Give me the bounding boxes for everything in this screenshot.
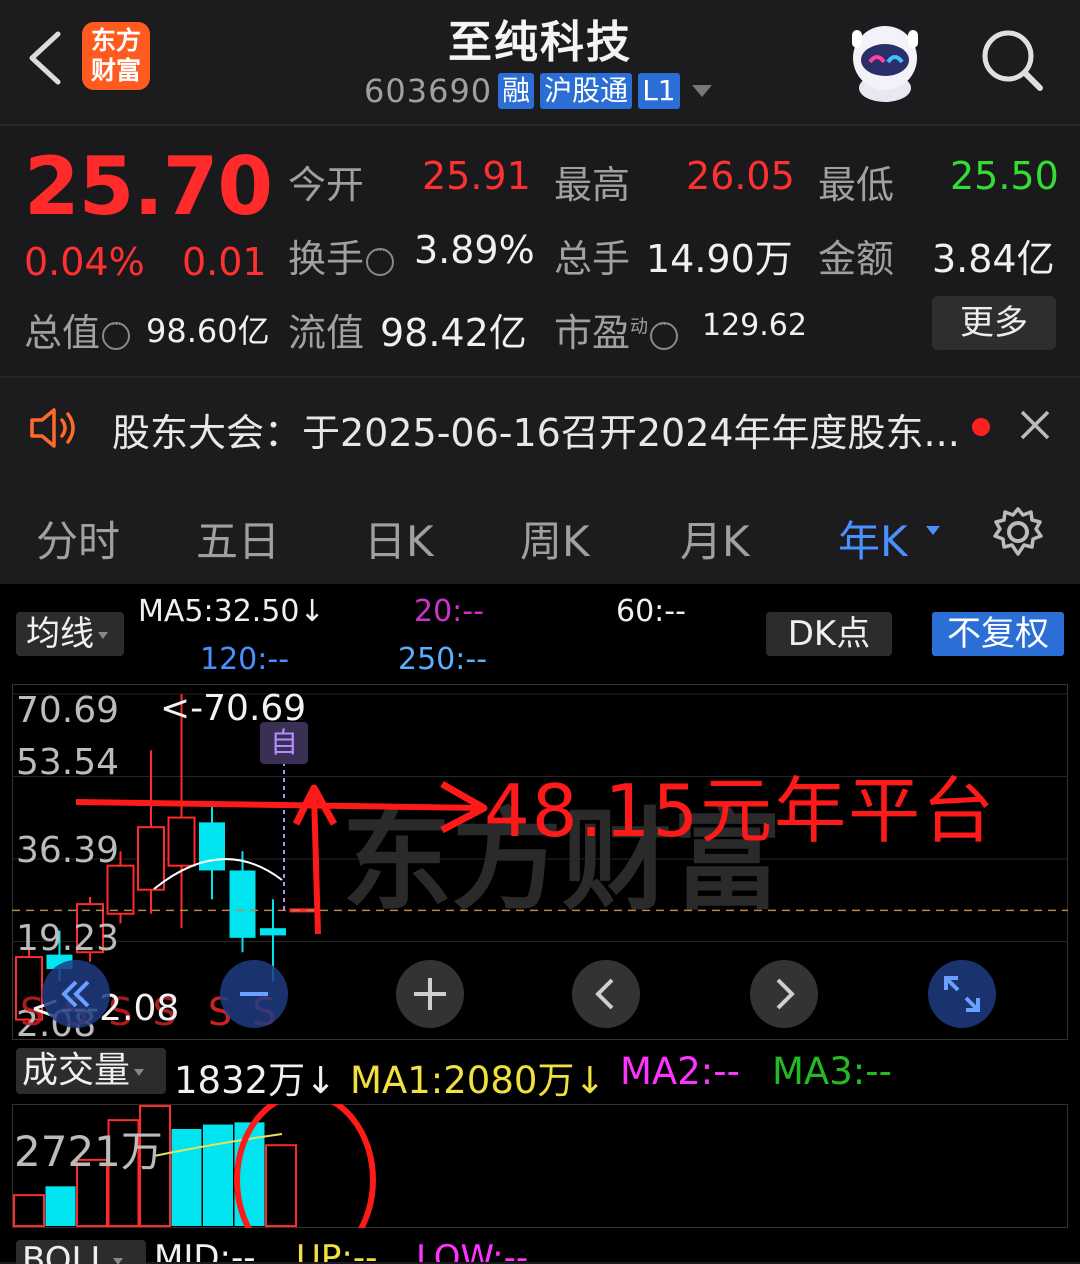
- search-icon[interactable]: [976, 24, 1048, 96]
- tag-margin: 融: [498, 73, 535, 109]
- turnover-label: 换手: [288, 228, 395, 283]
- volume-current: 1832万↓: [174, 1059, 337, 1102]
- volume-hands-value: 14.90万: [646, 237, 793, 281]
- platform-annotation: 48.15元年平台: [484, 769, 997, 853]
- expand-icon: [944, 976, 980, 1012]
- more-button[interactable]: 更多: [932, 296, 1056, 350]
- zoom-in-button[interactable]: [396, 960, 464, 1028]
- tab-intraday[interactable]: 分时: [36, 508, 120, 569]
- y-axis-label: 70.69: [16, 690, 120, 731]
- speaker-icon: [30, 408, 75, 448]
- fullscreen-button[interactable]: [928, 960, 996, 1028]
- y-axis-label: 36.39: [16, 830, 120, 871]
- amount-value: 3.84亿: [932, 237, 1055, 281]
- stock-code: 603690: [364, 72, 493, 110]
- kline-chart[interactable]: 东方财富: [12, 684, 1068, 1040]
- low-value: 25.50: [950, 154, 1059, 198]
- gear-icon[interactable]: [992, 506, 1044, 558]
- caret-down-icon: [113, 1258, 124, 1264]
- volume-ma2: MA2:--: [620, 1050, 740, 1093]
- pe-value: 129.62: [702, 308, 807, 343]
- volume-bar: [265, 1144, 297, 1227]
- current-price: 25.70: [24, 140, 273, 233]
- chevron-down-icon[interactable]: [691, 85, 712, 97]
- open-value: 25.91: [422, 154, 531, 198]
- caret-down-icon[interactable]: [926, 526, 940, 535]
- volume-hands-label: 总手: [554, 237, 631, 281]
- volume-bar: [203, 1124, 233, 1226]
- volume-bar: [45, 1186, 76, 1226]
- info-icon[interactable]: [366, 243, 395, 276]
- candle-body: [167, 816, 196, 867]
- float-value-label: 流值: [288, 311, 365, 355]
- volume-bar: [171, 1128, 202, 1226]
- boll-low: LOW:--: [416, 1238, 529, 1262]
- tab-yearly-k[interactable]: 年K: [838, 508, 908, 569]
- tag-shanghai-connect: 沪股通: [540, 73, 633, 109]
- ma60-value: 60:--: [616, 594, 686, 629]
- candle-body: [260, 928, 286, 936]
- turnover-value: 3.89%: [414, 228, 535, 272]
- no-adjust-button[interactable]: 不复权: [932, 612, 1064, 656]
- dk-point-button[interactable]: DK点: [766, 612, 892, 656]
- close-icon[interactable]: [1018, 408, 1052, 442]
- stock-code-row[interactable]: 603690 融 沪股通 L1: [364, 70, 712, 112]
- volume-ma1: MA1:2080万↓: [350, 1059, 606, 1102]
- open-label: 今开: [288, 163, 365, 207]
- tab-weekly-k[interactable]: 周K: [520, 508, 590, 569]
- y-axis-label: 53.54: [16, 742, 120, 783]
- change-amount: 0.01: [182, 240, 267, 284]
- volume-bar: [13, 1194, 45, 1228]
- caret-down-icon: [134, 1068, 145, 1076]
- candle-body: [106, 864, 135, 915]
- unread-dot: [972, 418, 990, 436]
- pe-label: 市盈动: [554, 302, 679, 357]
- amount-label: 金额: [818, 237, 895, 281]
- scroll-right-button[interactable]: [750, 960, 818, 1028]
- tab-monthly-k[interactable]: 月K: [680, 508, 750, 569]
- candle-body: [229, 870, 256, 938]
- tab-five-day[interactable]: 五日: [196, 508, 280, 569]
- zoom-out-button[interactable]: [220, 960, 288, 1028]
- volume-max-label: 2721万: [14, 1127, 163, 1176]
- y-axis-label: 19.23: [16, 918, 120, 959]
- tag-level1: L1: [638, 73, 680, 109]
- self-select-mark[interactable]: 自: [260, 722, 308, 764]
- caret-down-icon: [98, 632, 108, 639]
- boll-selector-button[interactable]: BOLL: [16, 1240, 146, 1264]
- chevron-left-icon: [595, 978, 614, 1010]
- ma5-value: MA5:32.50↓: [138, 594, 325, 629]
- total-value: 98.60亿: [146, 312, 270, 350]
- scroll-left-fast-button[interactable]: [42, 960, 110, 1028]
- volume-ma3: MA3:--: [772, 1050, 892, 1093]
- change-percent: 0.04%: [24, 240, 145, 284]
- robot-avatar-icon[interactable]: [840, 18, 930, 104]
- float-value: 98.42亿: [380, 311, 527, 355]
- high-label: 最高: [554, 163, 631, 207]
- boll-mid: MID:--: [154, 1238, 256, 1262]
- info-icon[interactable]: [650, 317, 679, 350]
- notice-text[interactable]: 股东大会：于2025-06-16召开2024年年度股东...: [112, 402, 960, 457]
- chevron-right-icon: [776, 978, 795, 1010]
- double-chevron-left-icon: [61, 980, 90, 1008]
- low-label: 最低: [818, 163, 895, 207]
- high-value: 26.05: [686, 154, 795, 198]
- scroll-left-button[interactable]: [572, 960, 640, 1028]
- ma-selector-button[interactable]: 均线: [16, 612, 124, 656]
- minus-icon: [240, 992, 268, 996]
- plus-icon: [414, 978, 446, 1010]
- total-value-label: 总值: [24, 302, 131, 357]
- volume-chart[interactable]: [12, 1104, 1068, 1228]
- candle-body: [137, 826, 165, 891]
- info-icon[interactable]: [102, 317, 131, 350]
- ma20-value: 20:--: [414, 594, 484, 629]
- ma250-value: 250:--: [398, 642, 488, 677]
- ma120-value: 120:--: [200, 642, 290, 677]
- boll-up: UP:--: [296, 1238, 378, 1262]
- volume-selector-button[interactable]: 成交量: [16, 1048, 166, 1094]
- up-arrow-line: [311, 793, 321, 935]
- tab-daily-k[interactable]: 日K: [364, 508, 434, 569]
